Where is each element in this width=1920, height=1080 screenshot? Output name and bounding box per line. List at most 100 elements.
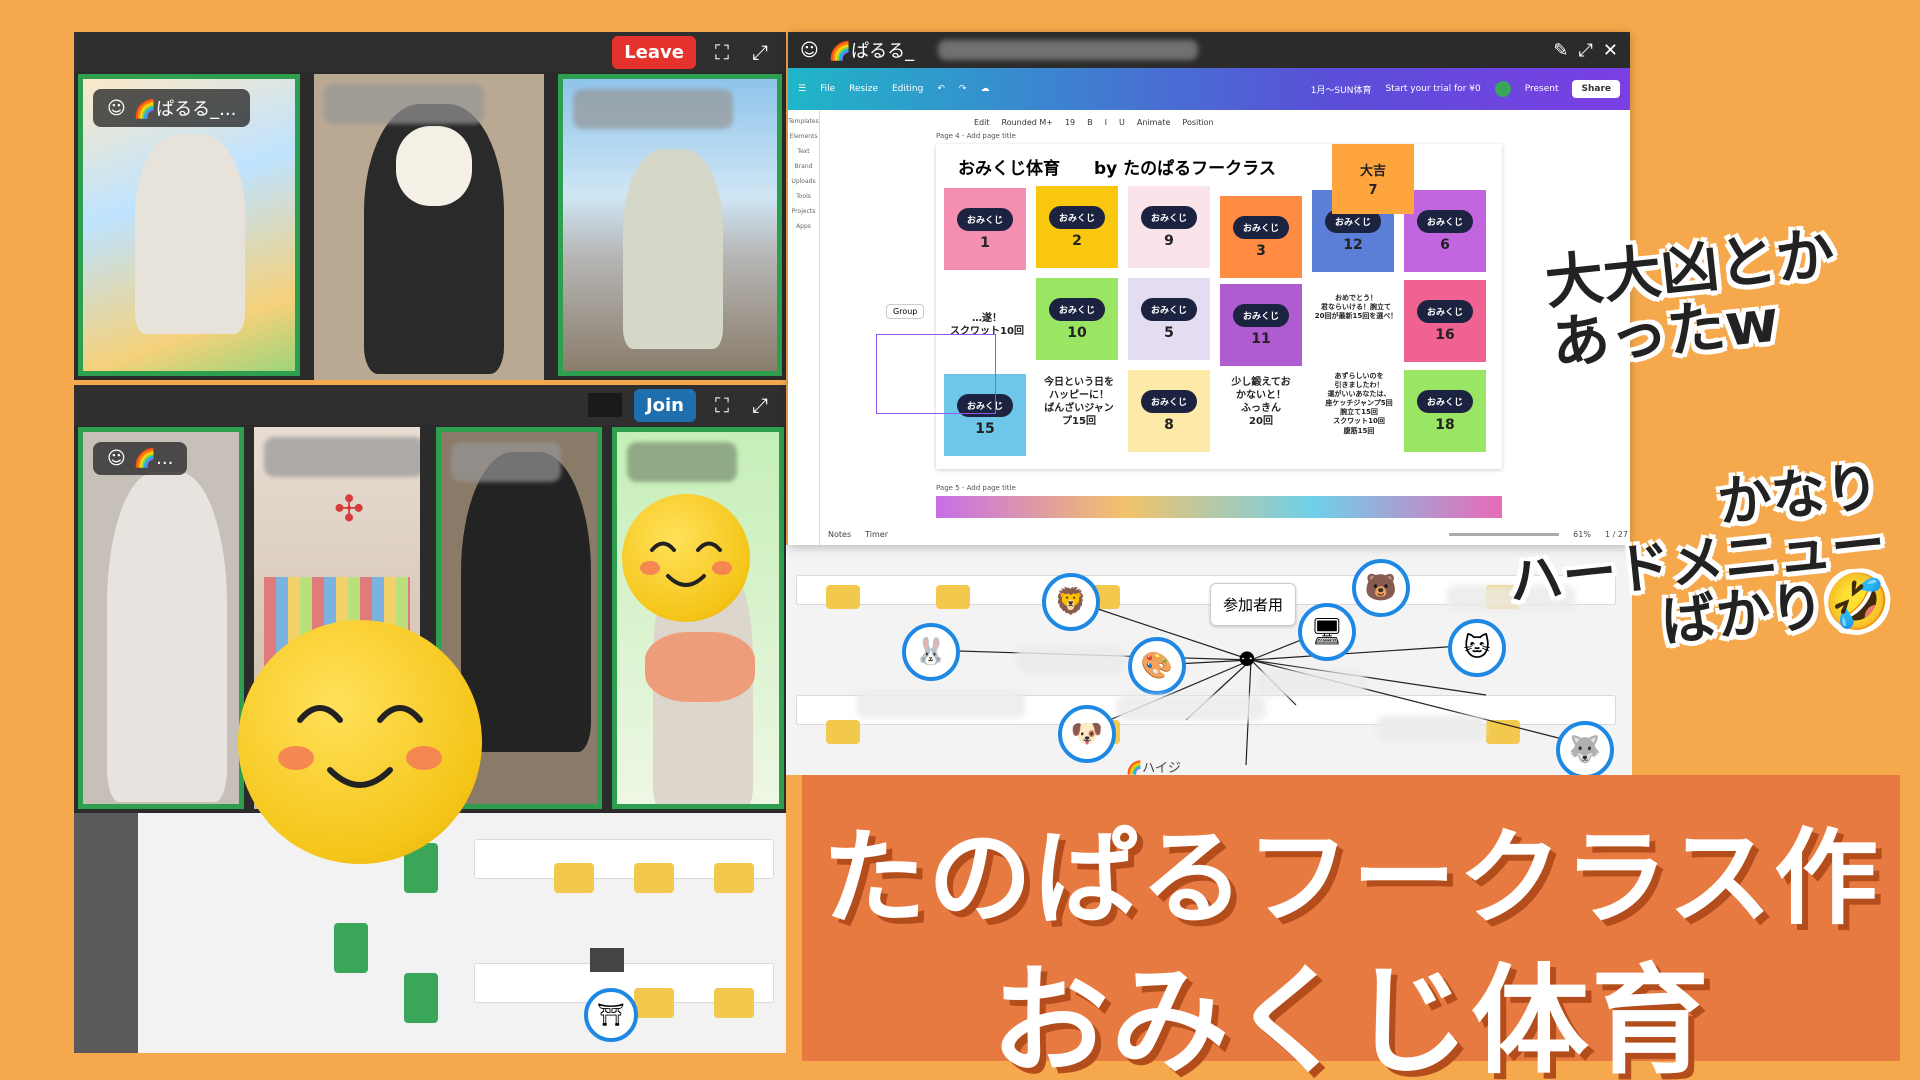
expand-icon[interactable]: ⤢ xyxy=(1579,40,1593,61)
font-size-input[interactable]: 19 xyxy=(1065,118,1075,127)
participant-figure xyxy=(623,149,723,349)
title-banner: たのぱるフークラス作 おみくじ体育 xyxy=(802,775,1900,1080)
omikuji-card[interactable]: おみくじ 9 xyxy=(1128,186,1210,268)
exercise-text[interactable]: あずらしいのを 引きましたわ！ 運がいいあなたは、 座ケッチジャンプ5回 腕立て… xyxy=(1314,372,1404,436)
sidebar-item-tools[interactable]: Tools xyxy=(788,193,819,200)
edit-icon[interactable]: ✎ xyxy=(1553,40,1568,61)
omikuji-card[interactable]: おみくじ 1 xyxy=(944,188,1026,270)
smiley-face-icon xyxy=(640,541,732,587)
smiley-sticker-small xyxy=(622,494,750,622)
user-avatar[interactable] xyxy=(1494,81,1511,97)
exercise-text[interactable]: 少し鍛えてお かないと！ ふっきん 20回 xyxy=(1218,376,1304,428)
resize-button[interactable]: Resize xyxy=(849,84,878,94)
user-avatar[interactable]: 🖥 xyxy=(1298,603,1356,661)
window-title: 🌈ぱるる_ xyxy=(828,41,915,62)
chair xyxy=(714,988,754,1018)
sidebar-item-projects[interactable]: Projects xyxy=(788,208,819,215)
avatar-icon: ☺ xyxy=(800,39,819,61)
file-menu[interactable]: File xyxy=(820,84,835,94)
font-select[interactable]: Rounded M+ xyxy=(1002,118,1053,127)
omikuji-card[interactable]: おみくじ 8 xyxy=(1128,370,1210,452)
participant-label-box[interactable]: 参加者用 xyxy=(1210,583,1297,626)
cloud-icon: ☁ xyxy=(980,84,990,94)
expand-icon[interactable]: ⤢ xyxy=(748,393,772,417)
video-tile-2[interactable] xyxy=(314,74,544,380)
editing-dropdown[interactable]: Editing xyxy=(892,84,923,94)
user-avatar[interactable]: 🐱 xyxy=(1448,619,1506,677)
pinwheel-icon: ✣ xyxy=(334,489,365,530)
animate-button[interactable]: Animate xyxy=(1137,118,1171,127)
group-toolbar[interactable]: Group xyxy=(886,304,925,319)
video-tile-1[interactable]: ☺ 🌈ぱるる_... xyxy=(78,74,300,376)
chair xyxy=(554,863,594,893)
selection-box[interactable] xyxy=(876,334,996,414)
video-toolbar-top: Leave ⛶ ⤢ xyxy=(74,32,786,72)
sidebar-item-apps[interactable]: Apps xyxy=(788,223,819,230)
user-avatar[interactable]: 🦁 xyxy=(1042,573,1100,631)
slide-page-4[interactable]: おみくじ体育 by たのぱるフークラス おみくじ 1 おみくじ 2 おみくじ 9 おみ… xyxy=(876,144,1502,469)
page5-label: Page 5 - Add page title xyxy=(936,484,1016,492)
document-title[interactable]: 1月〜SUN体育 xyxy=(1311,83,1372,96)
sidebar-item-templates[interactable]: Templates xyxy=(788,118,819,125)
sidebar-item-brand[interactable]: Brand xyxy=(788,163,819,170)
smiley-sticker-large xyxy=(238,620,482,864)
close-icon[interactable]: ✕ xyxy=(1603,40,1618,61)
omikuji-card[interactable]: おみくじ 6 xyxy=(1404,190,1486,272)
video-tile-3[interactable] xyxy=(558,74,782,376)
omikuji-card[interactable]: おみくじ 5 xyxy=(1128,278,1210,360)
user-avatar[interactable]: 🐰 xyxy=(902,623,960,681)
video-tile-4[interactable]: ☺ 🌈... xyxy=(78,427,244,809)
menu-icon[interactable]: ☰ xyxy=(798,84,806,94)
omikuji-card[interactable]: おみくじ 11 xyxy=(1220,284,1302,366)
blurred-title xyxy=(938,40,1198,60)
omikuji-card[interactable]: おみくじ 16 xyxy=(1404,280,1486,362)
user-avatar[interactable]: 🐻 xyxy=(1352,559,1410,617)
sidebar-item-uploads[interactable]: Uploads xyxy=(788,178,819,185)
bold-icon[interactable]: B xyxy=(1087,118,1093,127)
undo-icon[interactable]: ↶ xyxy=(937,84,945,94)
blurred-name xyxy=(1376,715,1486,741)
screen-icon[interactable]: ⛶ xyxy=(710,40,734,64)
underline-icon[interactable]: U xyxy=(1119,118,1125,127)
edit-button[interactable]: Edit xyxy=(974,118,990,127)
penguin-face xyxy=(396,126,472,206)
notes-button[interactable]: Notes xyxy=(828,530,851,539)
join-button[interactable]: Join xyxy=(633,388,696,422)
omikuji-card[interactable]: おみくじ 2 xyxy=(1036,186,1118,268)
user-avatar[interactable]: 🐺 xyxy=(1556,721,1614,779)
leave-button[interactable]: Leave xyxy=(612,35,696,69)
position-button[interactable]: Position xyxy=(1182,118,1213,127)
user-avatar[interactable]: 🐶 xyxy=(1058,705,1116,763)
blurred-name-tag xyxy=(627,442,737,482)
redo-icon[interactable]: ↷ xyxy=(959,84,967,94)
video-toolbar-bottom: Join ⛶ ⤢ xyxy=(74,385,786,425)
daikichi-card[interactable]: 大吉 7 xyxy=(1332,144,1414,214)
smiley-face-icon xyxy=(278,705,442,788)
omikuji-card[interactable]: おみくじ 18 xyxy=(1404,370,1486,452)
blurred-name xyxy=(856,690,1026,718)
trial-button[interactable]: Start your trial for ¥0 xyxy=(1385,84,1480,94)
chair xyxy=(634,988,674,1018)
sidebar-item-text[interactable]: Text xyxy=(788,148,819,155)
participant-figure xyxy=(107,472,227,802)
slide-page-5[interactable] xyxy=(936,496,1502,518)
italic-icon[interactable]: I xyxy=(1105,118,1107,127)
expand-icon[interactable]: ⤢ xyxy=(748,40,772,64)
exercise-text[interactable]: 今日という日を ハッピーに！ ばんざいジャン プ15回 xyxy=(1036,376,1122,428)
blurred-name-tag xyxy=(451,442,561,482)
screen-icon[interactable]: ⛶ xyxy=(710,393,734,417)
omikuji-card[interactable]: おみくじ 3 xyxy=(1220,196,1302,278)
computer-monitor xyxy=(590,948,624,972)
timer-button[interactable]: Timer xyxy=(865,530,888,539)
present-button[interactable]: Present xyxy=(1525,84,1559,94)
group-hub-icon: ⚉ xyxy=(1238,647,1256,671)
canva-window: ☺ 🌈ぱるる_ ✎ ⤢ ✕ ☰ File Resize Editing ↶ ↷ … xyxy=(788,32,1630,545)
sidebar-item-elements[interactable]: Elements xyxy=(788,133,819,140)
user-avatar[interactable]: 🎨 xyxy=(1128,637,1186,695)
user-avatar[interactable]: ⛩ xyxy=(584,988,638,1042)
exercise-text[interactable]: おめでとう！ 君ならいける！腕立て 20回が最新15回を選べ！ xyxy=(1308,294,1404,321)
green-chair xyxy=(334,923,368,973)
share-button[interactable]: Share xyxy=(1572,80,1620,98)
omikuji-card[interactable]: おみくじ 10 xyxy=(1036,278,1118,360)
avatar-icon: ☺ xyxy=(107,97,126,119)
